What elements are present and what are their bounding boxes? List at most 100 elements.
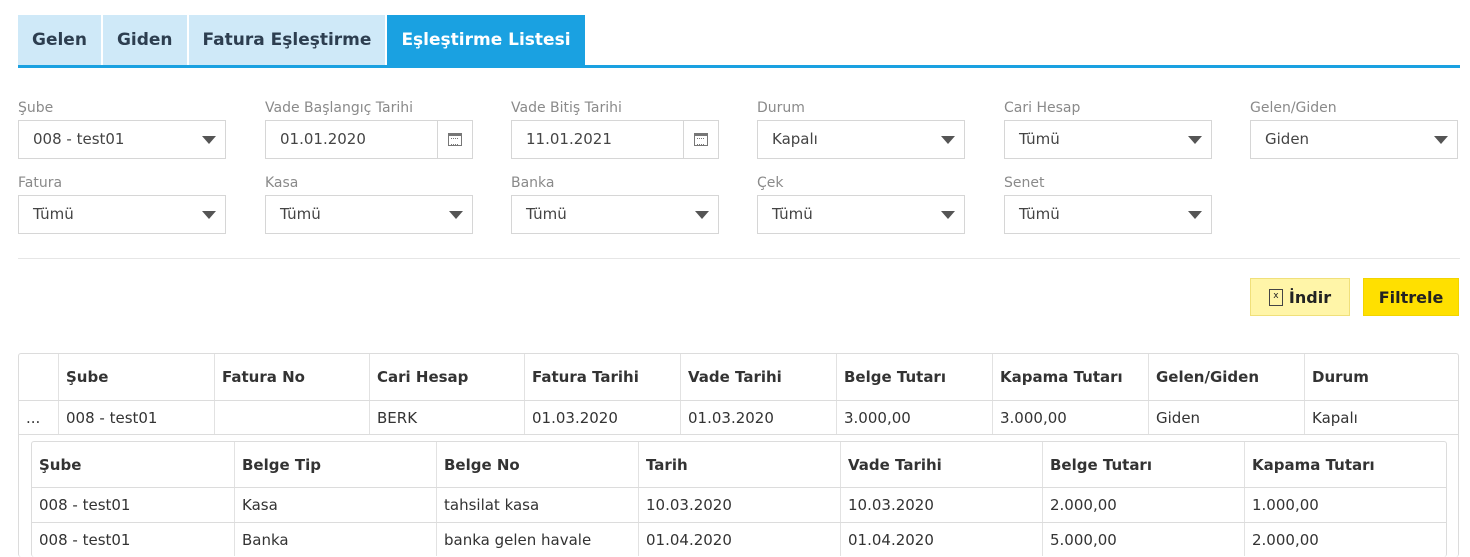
- column-header-sube[interactable]: Şube: [58, 354, 214, 400]
- column-header-cari-hesap[interactable]: Cari Hesap: [369, 354, 524, 400]
- column-header-kapama-tutari[interactable]: Kapama Tutarı: [992, 354, 1148, 400]
- cek-label: Çek: [757, 175, 784, 191]
- chevron-down-icon: [202, 211, 216, 219]
- cek-value: Tümü: [772, 205, 813, 223]
- table-cell: 1.000,00: [1244, 488, 1446, 522]
- main-grid-header: Şube Fatura No Cari Hesap Fatura Tarihi …: [19, 354, 1458, 400]
- vade-baslangic-input[interactable]: 01.01.2020: [265, 120, 473, 159]
- fatura-value: Tümü: [33, 205, 74, 223]
- column-header-belge-tutari[interactable]: Belge Tutarı: [1042, 442, 1244, 487]
- column-header-fatura-no[interactable]: Fatura No: [214, 354, 369, 400]
- cari-hesap-label: Cari Hesap: [1004, 100, 1081, 116]
- cari-hesap-select[interactable]: Tümü: [1004, 120, 1212, 159]
- tab-bar: Gelen Giden Fatura Eşleştirme Eşleştirme…: [18, 15, 587, 66]
- filter-button[interactable]: Filtrele: [1363, 278, 1459, 316]
- column-header-kapama-tutari[interactable]: Kapama Tutarı: [1244, 442, 1446, 487]
- table-row[interactable]: ... 008 - test01 BERK 01.03.2020 01.03.2…: [19, 400, 1458, 434]
- table-cell: 01.04.2020: [840, 523, 1042, 556]
- row-divider: [19, 434, 1458, 435]
- table-cell: Banka: [234, 523, 436, 556]
- column-header-tarih[interactable]: Tarih: [638, 442, 840, 487]
- fatura-label: Fatura: [18, 175, 63, 191]
- excel-file-icon: x: [1268, 288, 1283, 306]
- chevron-down-icon: [1188, 211, 1202, 219]
- column-header-sube[interactable]: Şube: [32, 442, 234, 487]
- table-row[interactable]: 008 - test01 Kasa tahsilat kasa 10.03.20…: [32, 487, 1446, 522]
- tab-fatura-eslestirme[interactable]: Fatura Eşleştirme: [188, 15, 386, 66]
- detail-grid-header: Şube Belge Tip Belge No Tarih Vade Tarih…: [32, 442, 1446, 487]
- fatura-select[interactable]: Tümü: [18, 195, 226, 234]
- tab-eslestirme-listesi[interactable]: Eşleştirme Listesi: [387, 15, 585, 66]
- table-cell: 008 - test01: [39, 496, 131, 514]
- table-cell: 01.03.2020: [524, 401, 680, 434]
- divider: [18, 258, 1460, 259]
- table-cell: 10.03.2020: [638, 488, 840, 522]
- table-cell: 10.03.2020: [840, 488, 1042, 522]
- chevron-down-icon: [1188, 136, 1202, 144]
- sube-select[interactable]: 008 - test01: [18, 120, 226, 159]
- kasa-label: Kasa: [265, 175, 299, 191]
- column-header-vade-tarihi[interactable]: Vade Tarihi: [840, 442, 1042, 487]
- gelen-giden-select[interactable]: Giden: [1250, 120, 1458, 159]
- vade-bitis-value: 11.01.2021: [526, 130, 612, 148]
- gelen-giden-value: Giden: [1265, 130, 1310, 148]
- table-row[interactable]: 008 - test01 Banka banka gelen havale 01…: [32, 522, 1446, 556]
- table-cell: 01.03.2020: [680, 401, 836, 434]
- banka-value: Tümü: [526, 205, 567, 223]
- durum-value: Kapalı: [772, 130, 818, 148]
- column-header-fatura-tarihi[interactable]: Fatura Tarihi: [524, 354, 680, 400]
- sube-label: Şube: [18, 100, 54, 116]
- chevron-down-icon: [1434, 136, 1448, 144]
- banka-label: Banka: [511, 175, 555, 191]
- table-cell: 008 - test01: [39, 530, 131, 549]
- column-header-expand: [19, 354, 58, 400]
- table-cell: Kapalı: [1304, 401, 1458, 434]
- vade-bitis-label: Vade Bitiş Tarihi: [511, 100, 622, 116]
- column-header-vade-tarihi[interactable]: Vade Tarihi: [680, 354, 836, 400]
- download-button-label: İndir: [1288, 287, 1332, 307]
- table-cell: banka gelen havale: [436, 523, 638, 556]
- download-button[interactable]: x İndir: [1250, 278, 1350, 316]
- calendar-button[interactable]: [683, 121, 718, 158]
- chevron-down-icon: [695, 211, 709, 219]
- chevron-down-icon: [202, 136, 216, 144]
- column-header-gelen-giden[interactable]: Gelen/Giden: [1148, 354, 1304, 400]
- kasa-value: Tümü: [280, 205, 321, 223]
- cari-hesap-value: Tümü: [1019, 130, 1060, 148]
- calendar-icon: [448, 133, 462, 146]
- column-header-durum[interactable]: Durum: [1304, 354, 1458, 400]
- detail-grid: Şube Belge Tip Belge No Tarih Vade Tarih…: [31, 441, 1447, 557]
- durum-select[interactable]: Kapalı: [757, 120, 965, 159]
- expand-toggle[interactable]: ...: [19, 401, 58, 434]
- banka-select[interactable]: Tümü: [511, 195, 719, 234]
- column-header-belge-tip[interactable]: Belge Tip: [234, 442, 436, 487]
- filter-button-label: Filtrele: [1378, 287, 1444, 307]
- vade-bitis-input[interactable]: 11.01.2021: [511, 120, 719, 159]
- tab-giden[interactable]: Giden: [102, 15, 187, 66]
- tab-underline: [18, 65, 1460, 68]
- calendar-button[interactable]: [437, 121, 472, 158]
- cek-select[interactable]: Tümü: [757, 195, 965, 234]
- table-cell: Kasa: [234, 488, 436, 522]
- vade-baslangic-value: 01.01.2020: [280, 130, 366, 148]
- senet-select[interactable]: Tümü: [1004, 195, 1212, 234]
- sube-value: 008 - test01: [33, 130, 125, 148]
- column-header-belge-tutari[interactable]: Belge Tutarı: [836, 354, 992, 400]
- durum-label: Durum: [757, 100, 805, 116]
- calendar-icon: [694, 133, 708, 146]
- chevron-down-icon: [941, 211, 955, 219]
- tab-gelen[interactable]: Gelen: [18, 15, 101, 66]
- column-header-belge-no[interactable]: Belge No: [436, 442, 638, 487]
- table-cell: 008 - test01: [58, 401, 214, 434]
- table-cell: BERK: [369, 401, 524, 434]
- table-cell: 2.000,00: [1244, 523, 1446, 556]
- kasa-select[interactable]: Tümü: [265, 195, 473, 234]
- chevron-down-icon: [449, 211, 463, 219]
- table-cell: 3.000,00: [836, 401, 992, 434]
- table-cell: 2.000,00: [1042, 488, 1244, 522]
- vade-baslangic-label: Vade Başlangıç Tarihi: [265, 100, 413, 116]
- gelen-giden-label: Gelen/Giden: [1250, 100, 1337, 116]
- table-cell: Giden: [1148, 401, 1304, 434]
- table-cell: 01.04.2020: [638, 523, 840, 556]
- senet-label: Senet: [1004, 175, 1045, 191]
